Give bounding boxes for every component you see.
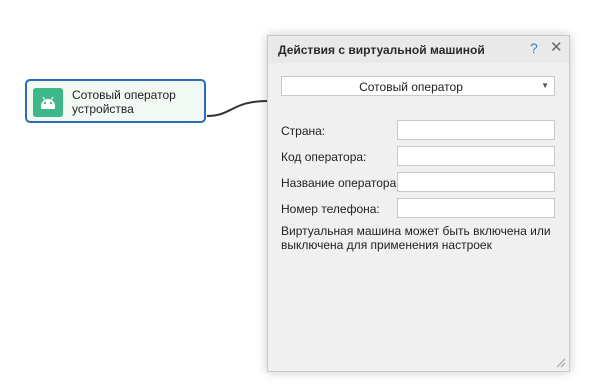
phone-number-input[interactable] <box>397 198 555 218</box>
country-label: Страна: <box>281 124 326 138</box>
action-select[interactable]: Сотовый оператор ▼ <box>281 76 555 96</box>
operator-name-input[interactable] <box>397 172 555 192</box>
action-node[interactable]: Сотовый оператор устройства <box>25 79 206 123</box>
phone-number-label: Номер телефона: <box>281 202 380 216</box>
country-input[interactable] <box>397 120 555 140</box>
vm-actions-dialog: Действия с виртуальной машиной ? ✕ Сотов… <box>267 35 570 372</box>
chevron-down-icon: ▼ <box>541 81 549 90</box>
android-icon <box>33 88 63 117</box>
operator-code-label: Код оператора: <box>281 150 367 164</box>
operator-name-label: Название оператора: <box>281 176 400 190</box>
dialog-titlebar[interactable]: Действия с виртуальной машиной ? ✕ <box>268 36 569 63</box>
close-button[interactable]: ✕ <box>550 40 563 56</box>
info-note: Виртуальная машина может быть включена и… <box>281 224 551 252</box>
node-label: Сотовый оператор устройства <box>72 88 176 116</box>
resize-grip-icon[interactable] <box>554 356 566 368</box>
operator-code-input[interactable] <box>397 146 555 166</box>
help-button[interactable]: ? <box>530 40 538 56</box>
dialog-title: Действия с виртуальной машиной <box>278 43 485 57</box>
action-select-value: Сотовый оператор <box>359 80 463 94</box>
